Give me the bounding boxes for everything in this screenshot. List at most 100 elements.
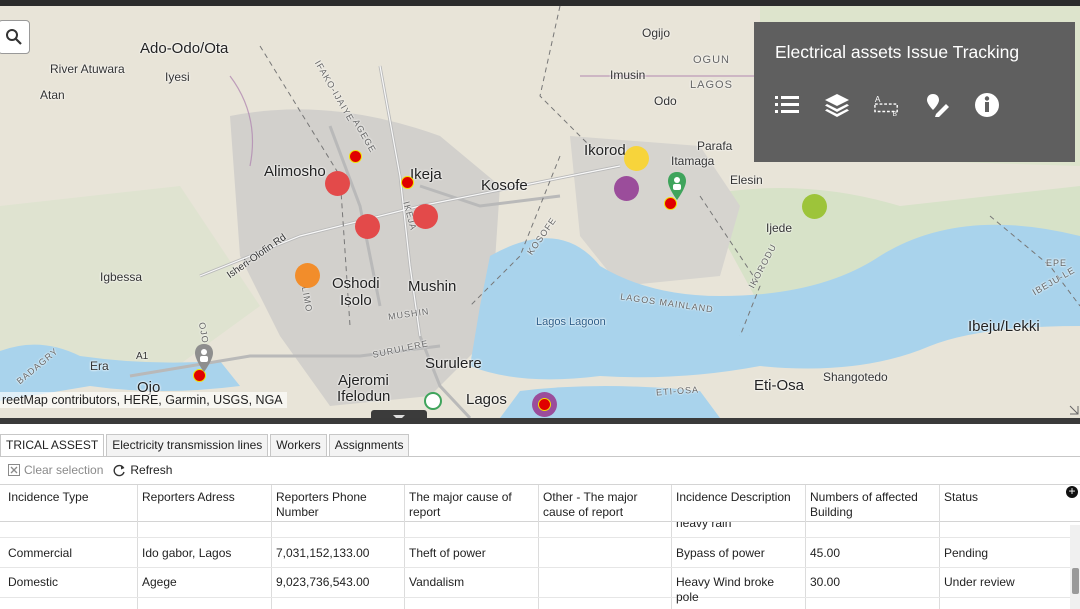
scrollbar-thumb[interactable] [1072, 568, 1079, 594]
map-view[interactable]: Ado-Odo/Ota River Atuwara Iyesi Atan Ali… [0, 6, 1080, 418]
tab-assignments[interactable]: Assignments [328, 434, 410, 456]
add-column-icon[interactable]: + [1066, 485, 1078, 498]
attribute-table: Incidence Type Reporters Adress Reporter… [0, 484, 1080, 609]
table-row[interactable]: Domestic Agege 9,023,736,543.00 Vandalis… [0, 568, 1072, 604]
place-eti-osa: Eti-Osa [754, 377, 805, 394]
incident-marker[interactable] [355, 214, 380, 239]
place-shangotedo: Shangotedo [823, 370, 888, 384]
table-cell: Pending [944, 546, 989, 560]
table-cell: Under review [944, 575, 1015, 589]
column-header-reporters-phone[interactable]: Reporters Phone Number [271, 490, 404, 520]
column-header-major-cause[interactable]: The major cause of report [404, 490, 537, 520]
worker-pin-icon[interactable] [194, 344, 214, 374]
place-imusin: Imusin [610, 68, 646, 82]
place-lagos-lagoon: Lagos Lagoon [536, 316, 606, 328]
incident-marker[interactable] [614, 176, 639, 201]
refresh-label: Refresh [130, 463, 173, 477]
list-icon [775, 96, 799, 113]
place-mushin: Mushin [408, 278, 457, 295]
place-itamaga: Itamaga [671, 154, 715, 168]
resize-icon[interactable] [1068, 404, 1080, 416]
place-surulere: Surulere [425, 355, 482, 372]
tabs-underline [0, 456, 1080, 457]
location-marker[interactable] [424, 392, 442, 410]
incident-marker[interactable] [295, 263, 320, 288]
place-era: Era [90, 359, 109, 373]
worker-pin-icon[interactable] [667, 172, 687, 202]
legend-button[interactable] [774, 92, 800, 118]
place-ijede: Ijede [766, 221, 793, 235]
layers-icon [825, 94, 849, 117]
svg-text:B: B [893, 111, 897, 117]
asset-point[interactable] [349, 150, 362, 163]
about-button[interactable] [974, 92, 1000, 118]
header-panel: Electrical assets Issue Tracking A B [754, 22, 1075, 162]
table-cell: Domestic [8, 575, 59, 589]
column-header-incidence-type[interactable]: Incidence Type [3, 490, 136, 505]
asset-point[interactable] [538, 398, 551, 411]
map-search-button[interactable] [0, 20, 30, 54]
table-cell: Commercial [8, 546, 73, 560]
column-header-status[interactable]: Status [939, 490, 1064, 505]
place-ogijo: Ogijo [642, 26, 671, 40]
tab-workers[interactable]: Workers [270, 434, 327, 456]
place-lagos-state: LAGOS [690, 79, 733, 91]
place-lagos: Lagos [466, 391, 507, 408]
column-header-reporters-adress[interactable]: Reporters Adress [137, 490, 270, 505]
table-row[interactable]: heavy rain [0, 522, 1072, 538]
table-cell: 45.00 [810, 546, 841, 560]
incident-marker[interactable] [624, 146, 649, 171]
place-ado-odo-ota: Ado-Odo/Ota [140, 40, 229, 57]
incident-marker[interactable] [802, 194, 827, 219]
refresh-icon [113, 464, 126, 476]
table-cell: Vandalism [409, 575, 465, 589]
asset-point[interactable] [401, 176, 414, 189]
place-parafa: Parafa [697, 139, 733, 153]
place-kosofe: Kosofe [481, 177, 528, 194]
place-ajeromi: Ajeromi [338, 372, 389, 389]
place-ikorodu: Ikorod [584, 142, 626, 159]
search-icon [6, 29, 22, 45]
table-cell: 7,031,152,133.00 [276, 546, 370, 560]
layer-list-button[interactable] [824, 92, 850, 118]
table-cell: Bypass of power [676, 546, 765, 560]
attribute-table-button[interactable]: A B [874, 92, 900, 118]
table-cell: Heavy Wind broke pole [676, 575, 775, 604]
widget-toolbar: A B [774, 92, 1000, 118]
table-toolbar: Clear selection Refresh [8, 461, 182, 479]
incident-marker[interactable] [325, 171, 350, 196]
column-header-affected-buildings[interactable]: Numbers of affected Building [805, 490, 938, 520]
place-ikeja: Ikeja [410, 166, 442, 183]
place-epe: EPE [1046, 258, 1068, 268]
place-igbessa: Igbessa [100, 270, 143, 284]
place-odo: Odo [654, 94, 677, 108]
map-attribution: reetMap contributors, HERE, Garmin, USGS… [0, 392, 287, 408]
place-oshodi: Oshodi [332, 275, 380, 292]
edit-icon [927, 94, 949, 117]
column-header-other-major-cause[interactable]: Other - The major cause of report [538, 490, 671, 520]
table-cell: Agege [142, 575, 177, 589]
table-cell: Theft of power [409, 546, 486, 560]
info-icon [975, 93, 999, 117]
edit-button[interactable] [924, 92, 950, 118]
table-scrollbar[interactable] [1070, 525, 1080, 609]
tab-electricity-transmission-lines[interactable]: Electricity transmission lines [106, 434, 269, 456]
place-iyesi: Iyesi [165, 70, 190, 84]
incident-marker[interactable] [413, 204, 438, 229]
refresh-button[interactable]: Refresh [113, 463, 172, 477]
clear-selection-button[interactable]: Clear selection [8, 463, 103, 477]
column-header-incidence-description[interactable]: Incidence Description [671, 490, 804, 505]
panel-collapse-handle[interactable] [371, 410, 427, 418]
table-row[interactable]: Commercial Ido gabor, Lagos 7,031,152,13… [0, 538, 1072, 568]
place-elesin: Elesin [730, 173, 763, 187]
table-cell: 30.00 [810, 575, 841, 589]
table-cell: Ido gabor, Lagos [142, 546, 232, 560]
clear-icon [8, 464, 20, 476]
place-ibeju-lekki: Ibeju/Lekki [968, 318, 1040, 335]
place-a1: A1 [136, 351, 149, 362]
tab-electrical-assest[interactable]: TRICAL ASSEST [0, 434, 105, 456]
table-header: Incidence Type Reporters Adress Reporter… [0, 485, 1080, 522]
place-atan: Atan [40, 88, 65, 102]
attribute-table-tabs: TRICAL ASSEST Electricity transmission l… [0, 434, 411, 456]
place-ifelodun: Ifelodun [337, 388, 391, 405]
